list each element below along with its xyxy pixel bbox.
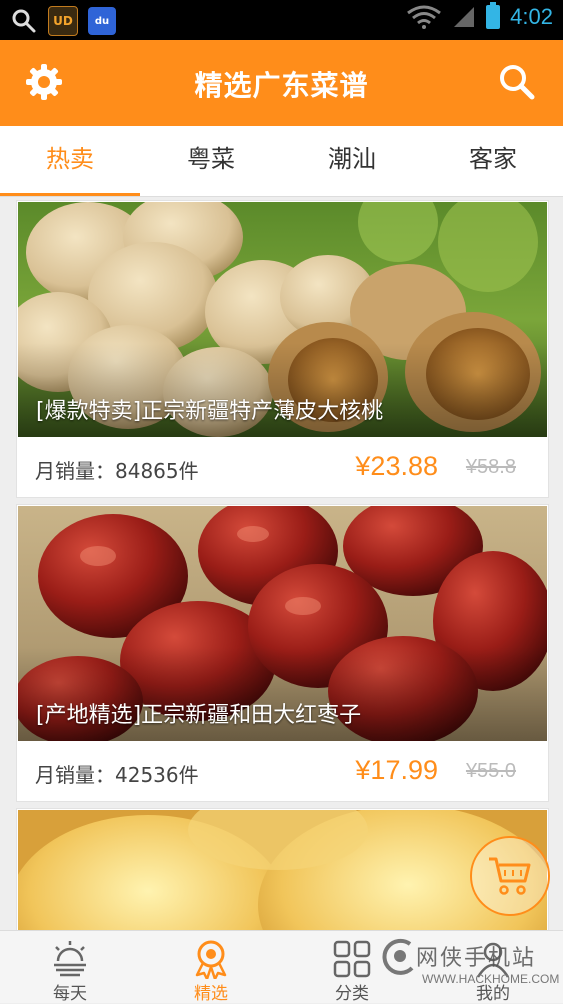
product-image-red-dates: [产地精选]正宗新疆和田大红枣子: [18, 506, 547, 741]
status-bar: UD du 4:02: [0, 0, 563, 40]
status-bar-system: 4:02: [406, 2, 553, 30]
app-bar: 精选广东菜谱: [0, 40, 563, 126]
product-card[interactable]: [爆款特卖]正宗新疆特产薄皮大核桃 月销量：84865件 ¥23.88 ¥58.…: [16, 200, 549, 498]
status-bar-notifications: UD du: [10, 6, 116, 36]
status-time: 4:02: [510, 4, 553, 29]
category-tabs: 热卖 粤菜 潮汕 客家: [0, 126, 563, 197]
product-price: ¥23.88: [355, 451, 438, 481]
nav-label: 分类: [335, 984, 369, 1004]
product-title: [产地精选]正宗新疆和田大红枣子: [36, 703, 362, 728]
product-title: [爆款特卖]正宗新疆特产薄皮大核桃: [36, 399, 384, 424]
tab-cantonese[interactable]: 粤菜: [141, 126, 281, 196]
sunrise-icon: [54, 941, 86, 977]
monthly-sales: 月销量：42536件: [35, 763, 199, 787]
nav-featured[interactable]: 精选: [141, 931, 281, 1004]
search-button[interactable]: [495, 60, 539, 104]
product-image-walnuts: [爆款特卖]正宗新疆特产薄皮大核桃: [18, 202, 547, 437]
award-ribbon-icon: [195, 940, 227, 979]
nav-label: 我的: [476, 984, 510, 1004]
nav-mine[interactable]: 我的: [423, 931, 563, 1004]
product-price: ¥17.99: [355, 755, 438, 785]
monthly-sales: 月销量：84865件: [35, 459, 199, 483]
bottom-navigation: 每天 精选 分类 我的: [0, 930, 563, 1004]
product-card[interactable]: [产地精选]正宗新疆和田大红枣子 月销量：42536件 ¥17.99 ¥55.0: [16, 504, 549, 802]
nav-label: 每天: [53, 984, 87, 1004]
page-title: 精选广东菜谱: [194, 69, 369, 102]
product-footer: 月销量：42536件 ¥17.99 ¥55.0: [17, 741, 548, 801]
ud-app-icon: UD: [48, 6, 78, 36]
cart-button[interactable]: [470, 836, 550, 916]
tab-hot[interactable]: 热卖: [0, 126, 140, 196]
tab-chaoshan[interactable]: 潮汕: [282, 126, 422, 196]
user-icon: [476, 942, 510, 978]
tab-hakka[interactable]: 客家: [423, 126, 563, 196]
wifi-icon: [407, 5, 442, 29]
product-image-white-fungus: [18, 810, 547, 939]
signal-icon: [454, 7, 475, 27]
product-footer: 月销量：84865件 ¥23.88 ¥58.8: [17, 437, 548, 497]
tab-indicator: [0, 193, 140, 196]
baidu-app-icon: du: [88, 7, 116, 35]
grid-icon: [333, 940, 371, 978]
nav-categories[interactable]: 分类: [282, 931, 422, 1004]
search-notification-icon: [12, 9, 36, 33]
nav-label: 精选: [194, 984, 228, 1004]
shopping-cart-icon: [489, 857, 531, 895]
search-icon: [500, 65, 535, 100]
battery-icon: [486, 2, 501, 29]
original-price: ¥55.0: [465, 760, 516, 782]
original-price: ¥58.8: [465, 456, 516, 478]
nav-daily[interactable]: 每天: [0, 931, 140, 1004]
